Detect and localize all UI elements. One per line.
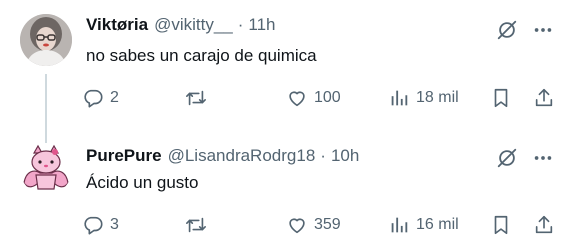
views-chart-icon: [388, 214, 410, 236]
retweet-button[interactable]: [185, 85, 213, 111]
tweet-header: PurePure @LisandraRodrg18 · 10h: [86, 145, 359, 167]
bookmark-button[interactable]: [490, 85, 512, 111]
reply-count: 3: [110, 216, 119, 233]
separator-dot: ·: [237, 15, 244, 34]
action-bar: 3 359 16 mil: [82, 212, 562, 238]
avatar[interactable]: [20, 143, 72, 195]
like-count: 359: [314, 216, 341, 233]
retweet-button[interactable]: [185, 212, 213, 238]
share-button[interactable]: [533, 85, 555, 111]
tweet-header: Viktøria @vikitty__ · 11h: [86, 14, 276, 36]
grok-icon[interactable]: [494, 17, 520, 43]
like-button[interactable]: 100: [286, 85, 341, 111]
views-button[interactable]: 18 mil: [388, 85, 459, 111]
reply-button[interactable]: 3: [82, 212, 119, 238]
share-icon: [533, 87, 555, 109]
more-icon[interactable]: [530, 145, 556, 171]
tweet-text: no sabes un carajo de quimica: [86, 46, 317, 65]
author-handle[interactable]: @LisandraRodrg18: [168, 146, 316, 166]
bookmark-button[interactable]: [490, 212, 512, 238]
tweet[interactable]: PurePure @LisandraRodrg18 · 10h Ácido un…: [0, 132, 568, 250]
retweet-icon: [185, 214, 207, 236]
like-button[interactable]: 359: [286, 212, 341, 238]
avatar[interactable]: [20, 14, 72, 66]
share-icon: [533, 214, 555, 236]
bookmark-icon: [490, 214, 512, 236]
timestamp[interactable]: 10h: [331, 146, 359, 166]
author-name[interactable]: Viktøria: [86, 15, 148, 35]
retweet-icon: [185, 87, 207, 109]
reply-count: 2: [110, 89, 119, 106]
avatar-photo: [20, 14, 72, 66]
timestamp[interactable]: 11h: [248, 15, 275, 35]
heart-icon: [286, 87, 308, 109]
views-button[interactable]: 16 mil: [388, 212, 459, 238]
more-icon[interactable]: [530, 17, 556, 43]
avatar-illustration: [20, 143, 72, 195]
views-count: 18 mil: [416, 89, 459, 106]
tweet-text: Ácido un gusto: [86, 173, 199, 192]
bookmark-icon: [490, 87, 512, 109]
grok-icon[interactable]: [494, 145, 520, 171]
views-count: 16 mil: [416, 216, 459, 233]
reply-icon: [82, 87, 104, 109]
views-chart-icon: [388, 87, 410, 109]
author-name[interactable]: PurePure: [86, 146, 162, 166]
tweet[interactable]: Viktøria @vikitty__ · 11h no sabes un ca…: [0, 0, 568, 144]
like-count: 100: [314, 89, 341, 106]
author-handle[interactable]: @vikitty__: [154, 15, 233, 35]
reply-button[interactable]: 2: [82, 85, 119, 111]
heart-icon: [286, 214, 308, 236]
separator-dot: ·: [320, 146, 326, 165]
action-bar: 2 100 18 mil: [82, 85, 562, 111]
share-button[interactable]: [533, 212, 555, 238]
reply-icon: [82, 214, 104, 236]
